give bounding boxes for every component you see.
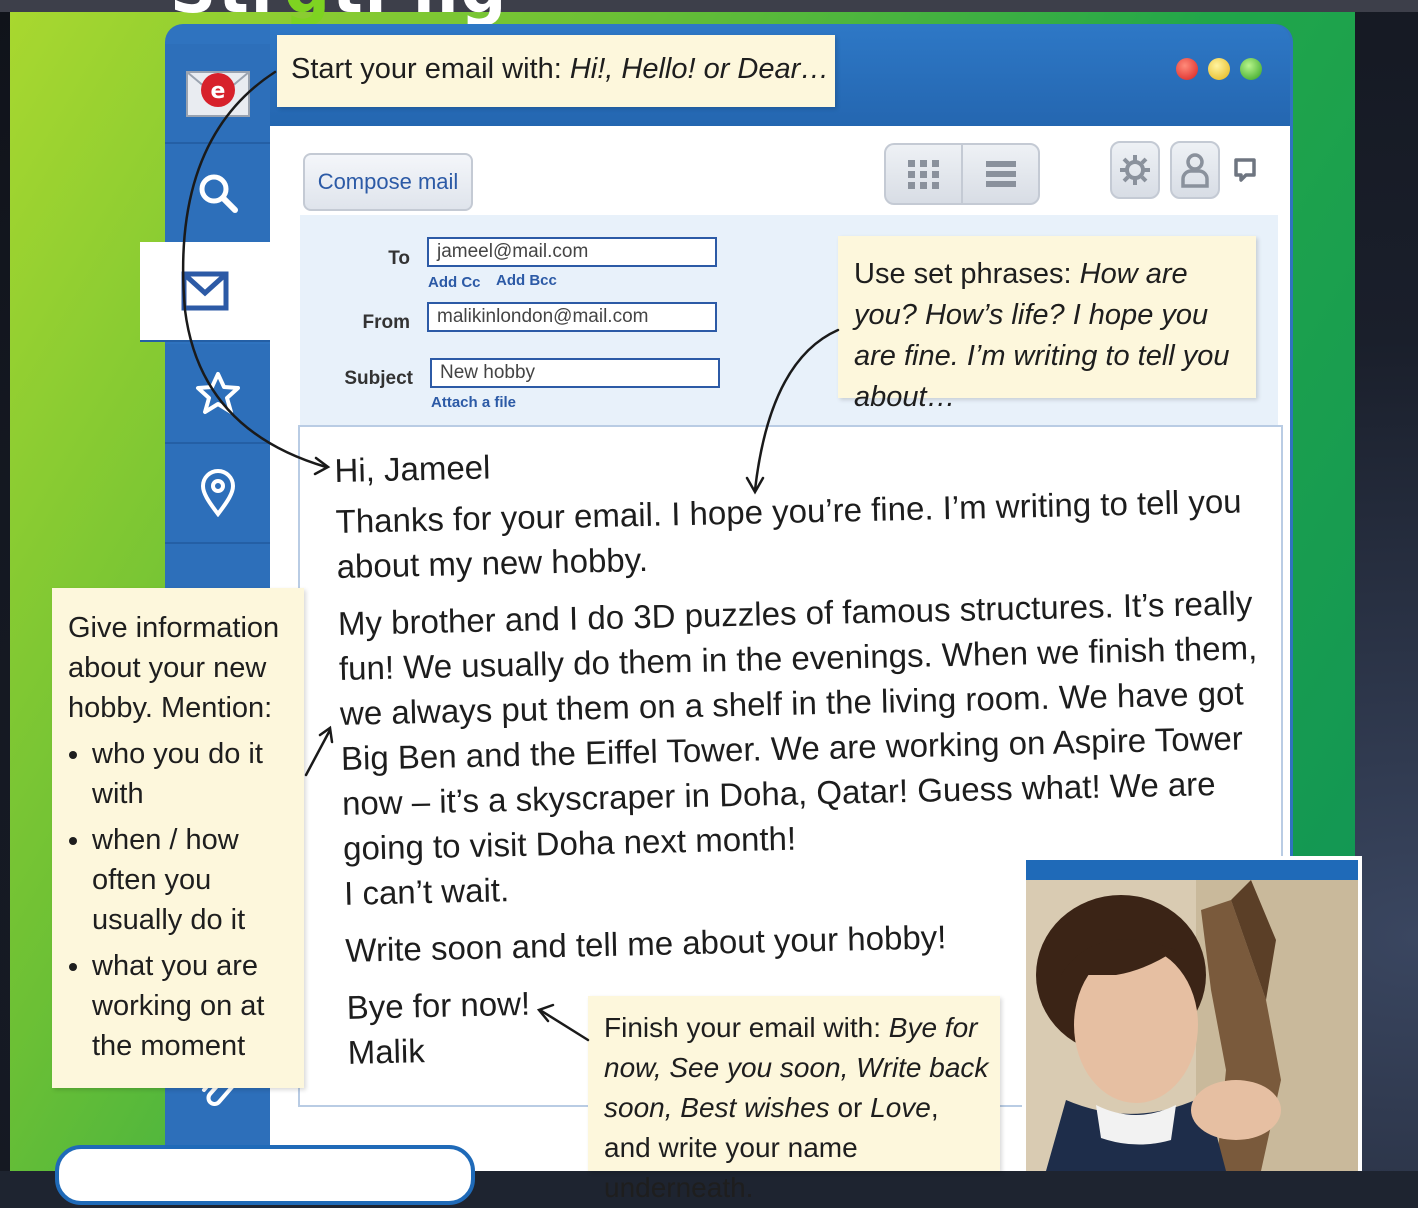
compose-mail-button[interactable]: Compose mail <box>303 153 473 211</box>
note-start-phrases: Hi!, Hello! or Dear… <box>569 53 830 85</box>
user-icon[interactable] <box>1170 141 1220 199</box>
note-set-phrases: Use set phrases: How are you? How’s life… <box>838 236 1256 413</box>
note-start-email: Start your email with: Hi!, Hello! or De… <box>277 35 835 107</box>
note-give-information: Give information about your new hobby. M… <box>52 588 304 1088</box>
add-bcc-link[interactable]: Add Bcc <box>496 272 557 289</box>
search-icon[interactable] <box>165 144 270 244</box>
subject-field[interactable]: New hobby <box>430 358 720 388</box>
window-controls <box>1176 58 1262 80</box>
note-info-bullet: what you are working on at the moment <box>92 946 294 1066</box>
note-finish-or: or <box>829 1092 871 1123</box>
minimize-dot-icon[interactable] <box>1208 58 1230 80</box>
bottom-box <box>55 1145 475 1205</box>
note-info-list: who you do it with when / how often you … <box>68 734 294 1066</box>
from-field[interactable]: malikinlondon@mail.com <box>427 302 717 332</box>
note-finish-email: Finish your email with: Bye for now, See… <box>588 996 1000 1203</box>
boy-with-puzzle-photo <box>1026 880 1358 1171</box>
mail-icon[interactable] <box>140 242 270 342</box>
email-paragraph-2: My brother and I do 3D puzzles of famous… <box>337 584 1258 867</box>
close-dot-icon[interactable] <box>1176 58 1198 80</box>
note-info-bullet: when / how often you usually do it <box>92 820 294 940</box>
add-cc-link[interactable]: Add Cc <box>428 274 481 291</box>
to-field[interactable]: jameel@mail.com <box>427 237 717 267</box>
from-label: From <box>362 312 411 333</box>
note-info-lead: Give information about your new hobby. M… <box>68 612 280 724</box>
note-phrases-lead: Use set phrases: <box>854 258 1080 290</box>
note-start-lead: Start your email with: <box>291 53 570 85</box>
email-paragraph-1: Thanks for your email. I hope you’re fin… <box>335 482 1242 585</box>
subject-label: Subject <box>344 368 413 389</box>
note-finish-lead: Finish your email with: <box>604 1012 889 1043</box>
view-toggle <box>884 143 1040 205</box>
attach-file-link[interactable]: Attach a file <box>431 394 516 411</box>
chat-icon[interactable] <box>1232 156 1258 184</box>
maximize-dot-icon[interactable] <box>1240 58 1262 80</box>
gear-icon[interactable] <box>1110 141 1160 199</box>
star-icon[interactable] <box>165 344 270 444</box>
note-info-bullet: who you do it with <box>92 734 294 814</box>
to-label: To <box>388 248 410 269</box>
location-pin-icon[interactable] <box>165 444 270 544</box>
note-finish-love: Love <box>870 1092 931 1123</box>
email-app-icon[interactable]: e <box>165 44 270 144</box>
grid-view-icon[interactable] <box>886 145 961 203</box>
svg-text:e: e <box>210 79 225 104</box>
list-view-icon[interactable] <box>961 145 1038 203</box>
